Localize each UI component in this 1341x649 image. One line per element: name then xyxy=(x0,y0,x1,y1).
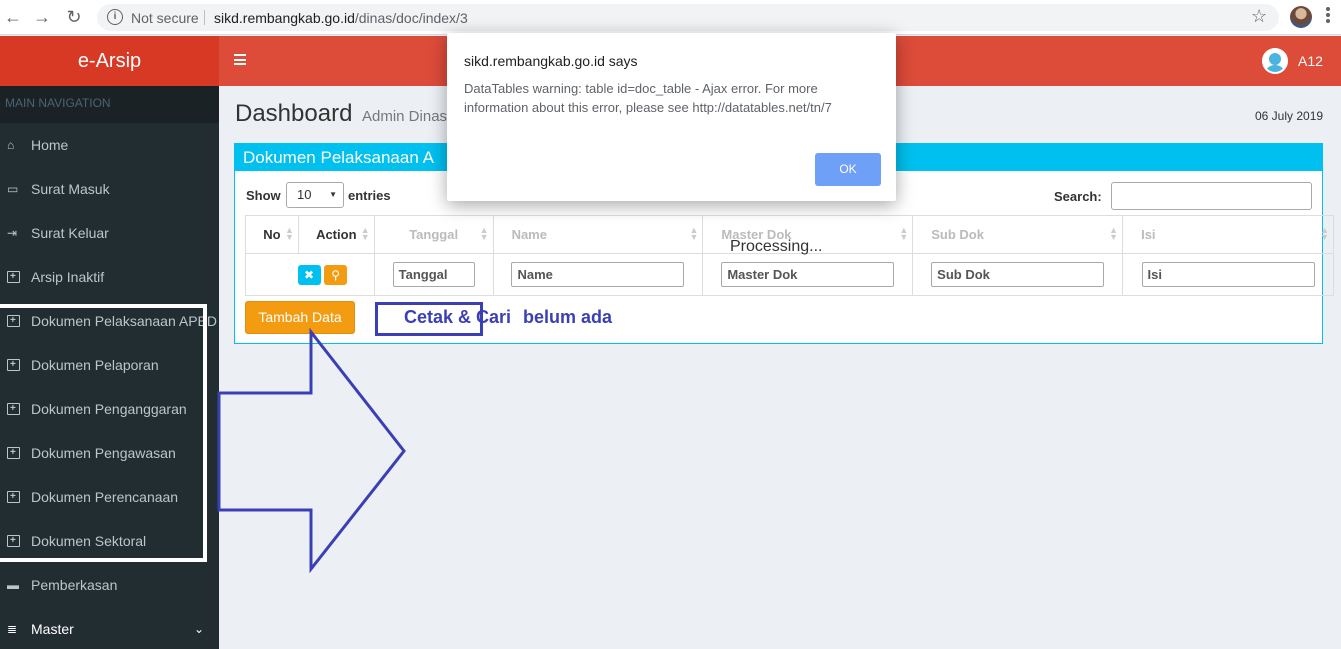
sidebar-item-arsip-inaktif[interactable]: Arsip Inaktif xyxy=(0,255,219,299)
sub-dok-filter-input[interactable]: Sub Dok xyxy=(931,262,1105,287)
sort-icon: ▲ ▼ xyxy=(479,225,489,242)
forward-icon[interactable]: → xyxy=(31,6,53,28)
sidebar-item-label: Master xyxy=(31,621,74,637)
security-label: Not secure xyxy=(131,10,199,26)
profile-avatar[interactable] xyxy=(1290,6,1312,28)
sort-icon: ▲ ▼ xyxy=(360,225,370,242)
column-label: No xyxy=(263,227,281,242)
sidebar-item-home[interactable]: ⌂ Home xyxy=(0,123,219,167)
show-label: Show xyxy=(246,188,281,203)
sidebar-item-label: Surat Keluar xyxy=(31,225,109,241)
address-bar[interactable]: i Not secure sikd.rembangkab.go.id/dinas… xyxy=(97,4,1279,31)
url-text[interactable]: sikd.rembangkab.go.id/dinas/doc/index/3 xyxy=(214,10,468,26)
annotation-arrow-icon xyxy=(217,328,406,573)
clear-filter-button[interactable]: ✖ xyxy=(297,264,321,285)
sort-icon: ▲ ▼ xyxy=(1109,225,1119,242)
column-header-action[interactable]: Action ▲ ▼ xyxy=(297,215,375,254)
sort-icon: ▲ ▼ xyxy=(284,225,294,242)
sort-icon: ▲ ▼ xyxy=(689,225,699,242)
inbox-icon: ▭ xyxy=(7,182,19,196)
entries-select[interactable]: 10 xyxy=(286,182,344,208)
page-date: 06 July 2019 xyxy=(1255,109,1324,123)
column-header-isi[interactable]: Isi ▲ ▼ xyxy=(1122,215,1334,254)
column-header-name[interactable]: Name ▲ ▼ xyxy=(492,215,704,254)
sidebar-item-master[interactable]: ≣ Master ⌄ xyxy=(0,607,219,649)
home-icon: ⌂ xyxy=(7,138,15,152)
url-path: /dinas/doc/index/3 xyxy=(354,10,468,26)
sidebar-item-label: Surat Masuk xyxy=(31,181,110,197)
filter-cell: Sub Dok xyxy=(912,253,1124,296)
sidebar-highlight-frame xyxy=(0,304,207,562)
column-header-tanggal[interactable]: Tanggal ▲ ▼ xyxy=(373,215,494,254)
column-label: Tanggal xyxy=(409,227,459,242)
sidebar-item-label: Arsip Inaktif xyxy=(31,269,105,285)
page-subtitle: Admin Dinas xyxy=(362,108,448,125)
name-filter-input[interactable]: Name xyxy=(511,262,685,287)
processing-indicator: Processing... xyxy=(730,238,823,255)
app-logo[interactable]: e-Arsip xyxy=(0,36,219,86)
filter-cell: Master Dok xyxy=(702,253,914,296)
archive-icon: ▬ xyxy=(7,578,19,592)
filter-cell: Name xyxy=(492,253,704,296)
master-dok-filter-input[interactable]: Master Dok xyxy=(721,262,895,287)
isi-filter-input[interactable]: Isi xyxy=(1141,262,1315,287)
alert-dialog: sikd.rembangkab.go.id says DataTables wa… xyxy=(447,33,896,201)
filter-cell: Isi xyxy=(1122,253,1334,296)
reload-icon[interactable]: ↻ xyxy=(63,6,85,28)
entries-label: entries xyxy=(348,188,391,203)
sign-out-icon: ⇥ xyxy=(7,226,18,240)
annotation-cetak-cari: Cetak & Cari xyxy=(404,307,512,327)
annotation-belum-ada: belum ada xyxy=(523,307,613,327)
chevron-down-icon: ⌄ xyxy=(193,622,204,636)
back-icon[interactable]: ← xyxy=(2,6,24,28)
column-label: Isi xyxy=(1141,227,1156,242)
tanggal-filter-input[interactable]: Tanggal xyxy=(392,262,475,287)
ok-button[interactable]: OK xyxy=(815,153,881,186)
sort-icon: ▲ ▼ xyxy=(899,225,909,242)
column-header-sub-dok[interactable]: Sub Dok ▲ ▼ xyxy=(912,215,1124,254)
search-label: Search: xyxy=(1054,189,1102,204)
bookmark-star-icon[interactable]: ☆ xyxy=(1251,6,1267,27)
divider xyxy=(204,10,205,25)
dialog-title: sikd.rembangkab.go.id says xyxy=(464,53,638,69)
action-cell: ✖ ⚲ xyxy=(245,253,375,296)
hamburger-icon[interactable] xyxy=(234,54,246,65)
column-header-no[interactable]: No ▲ ▼ xyxy=(245,215,299,254)
column-label: Name xyxy=(511,227,547,242)
dialog-message: DataTables warning: table id=doc_table -… xyxy=(464,81,832,115)
database-icon: ≣ xyxy=(7,622,18,636)
filter-cell: Tanggal xyxy=(373,253,494,296)
info-icon[interactable]: i xyxy=(107,9,123,25)
page-title: Dashboard xyxy=(235,100,353,127)
sidebar-item-pemberkasan[interactable]: ▬ Pemberkasan xyxy=(0,563,219,607)
browser-menu-icon[interactable] xyxy=(1326,7,1330,25)
sidebar-header: MAIN NAVIGATION xyxy=(0,86,219,123)
user-name[interactable]: A12 xyxy=(1298,53,1323,69)
column-label: Action xyxy=(316,227,357,242)
sidebar-item-label: Pemberkasan xyxy=(31,577,118,593)
column-label: Sub Dok xyxy=(931,227,984,242)
filter-row: ✖ ⚲ Tanggal Name Master Dok Sub Dok Isi xyxy=(245,253,1334,296)
url-host: sikd.rembangkab.go.id xyxy=(214,10,355,26)
sidebar-item-surat-masuk[interactable]: ▭ Surat Masuk xyxy=(0,167,219,211)
search-filter-button[interactable]: ⚲ xyxy=(324,264,348,285)
sidebar-item-surat-keluar[interactable]: ⇥ Surat Keluar xyxy=(0,211,219,255)
user-avatar[interactable] xyxy=(1262,48,1288,74)
calendar-icon xyxy=(7,271,20,283)
sidebar-item-label: Home xyxy=(31,137,69,153)
search-input[interactable] xyxy=(1111,182,1312,210)
browser-toolbar: ← → ↻ i Not secure sikd.rembangkab.go.id… xyxy=(0,0,1341,35)
sort-icon: ▲ ▼ xyxy=(1320,225,1329,242)
